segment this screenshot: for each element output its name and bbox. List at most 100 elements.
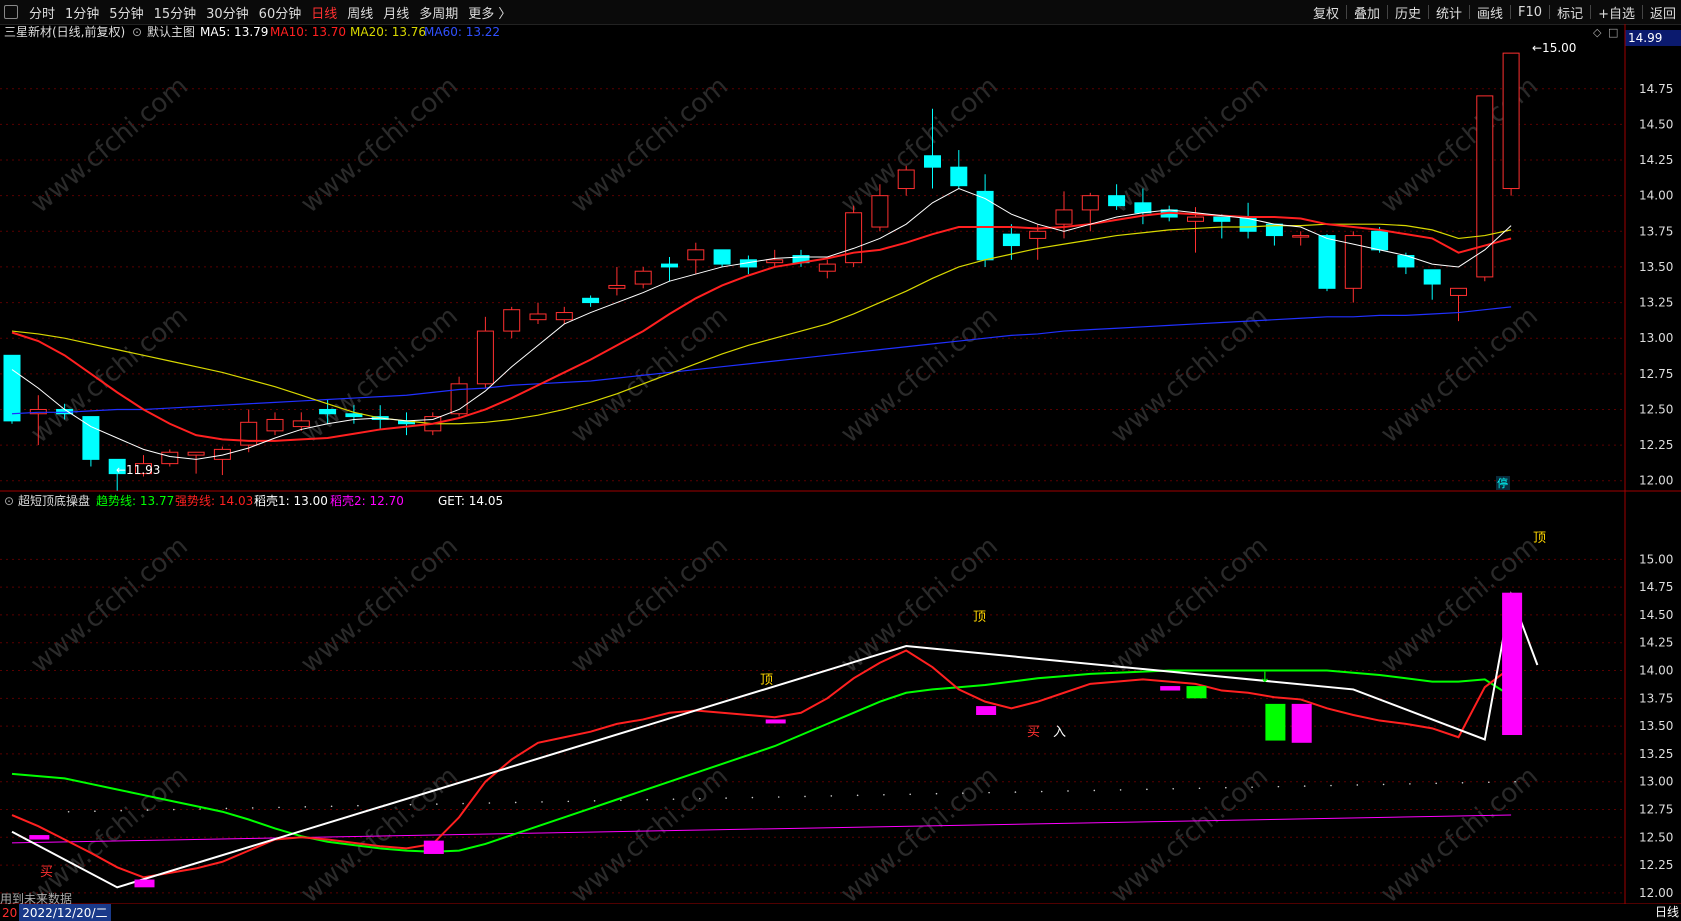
shell1-dot bbox=[1198, 787, 1201, 790]
period-tab-2[interactable]: 5分钟 bbox=[104, 3, 148, 22]
shell1-dot bbox=[1435, 782, 1437, 785]
down-arrow-icon: ↓ bbox=[1259, 670, 1271, 686]
shell1-dot bbox=[541, 801, 543, 803]
shell1-dot bbox=[883, 794, 885, 796]
shell1-dot bbox=[1277, 785, 1280, 788]
period-tab-7[interactable]: 周线 bbox=[342, 3, 378, 22]
candle-body bbox=[1213, 216, 1231, 222]
shell1-label: 稻壳1: 13.00 bbox=[254, 494, 328, 508]
candle-body bbox=[1318, 235, 1336, 289]
ma20-line bbox=[11, 223, 1512, 425]
trend-label: 趋势线: 13.77 bbox=[96, 494, 174, 508]
signal-block bbox=[423, 840, 444, 854]
candle-body bbox=[1108, 195, 1126, 207]
toolbar-action-7[interactable]: +自选 bbox=[1593, 3, 1640, 22]
period-tab-4[interactable]: 30分钟 bbox=[201, 3, 254, 22]
kline-chart[interactable]: www.cfchi.com www.cfchi.com www.cfchi.com w… bbox=[0, 24, 1681, 904]
main-ytick: 12.00 bbox=[1639, 474, 1673, 488]
candle-body bbox=[950, 166, 968, 187]
watermark: www.cfchi.com bbox=[1375, 301, 1544, 449]
toolbar-action-8[interactable]: 返回 bbox=[1645, 3, 1681, 22]
shell1-dot bbox=[330, 805, 333, 808]
diamond-icon: ◇ bbox=[1593, 26, 1602, 39]
toolbar-separator bbox=[1428, 5, 1429, 19]
window-icon: □ bbox=[1608, 26, 1618, 39]
watermark: www.cfchi.com bbox=[1105, 301, 1274, 449]
panel-toggle-icon[interactable] bbox=[4, 5, 18, 19]
candle-body bbox=[687, 249, 705, 261]
toolbar-separator bbox=[1590, 5, 1592, 19]
candle-body bbox=[1423, 269, 1441, 285]
shell1-dot bbox=[1093, 789, 1096, 792]
period-tab-6[interactable]: 日线 bbox=[306, 3, 342, 22]
ma20-label: MA20: 13.76 bbox=[350, 25, 426, 39]
period-tab-9[interactable]: 多周期 bbox=[414, 3, 463, 22]
watermark: www.cfchi.com bbox=[565, 301, 734, 449]
signal-block bbox=[1502, 592, 1523, 736]
shell1-dot bbox=[1172, 788, 1174, 790]
signal-block bbox=[765, 719, 786, 724]
candle-body bbox=[661, 263, 678, 268]
toolbar-separator bbox=[1641, 5, 1643, 19]
shell1-dot bbox=[830, 795, 833, 797]
period-tab-10[interactable]: 更多 〉 bbox=[463, 3, 516, 22]
main-ytick: 14.75 bbox=[1639, 82, 1673, 96]
candle-body bbox=[1081, 195, 1099, 211]
shell1-dot bbox=[225, 807, 228, 810]
signal-block bbox=[134, 879, 155, 888]
main-ytick: 14.50 bbox=[1639, 117, 1673, 131]
toolbar-action-1[interactable]: 叠加 bbox=[1349, 3, 1385, 22]
toolbar-action-6[interactable]: 标记 bbox=[1552, 3, 1588, 22]
toolbar-action-3[interactable]: 统计 bbox=[1431, 3, 1467, 22]
period-tab-1[interactable]: 1分钟 bbox=[60, 3, 104, 22]
toolbar-separator bbox=[1510, 5, 1512, 19]
toolbar-action-5[interactable]: F10 bbox=[1513, 5, 1547, 20]
shell1-dot bbox=[357, 804, 359, 807]
ind-ytick: 13.00 bbox=[1639, 775, 1673, 789]
shell1-dot bbox=[646, 798, 648, 801]
toolbar-action-0[interactable]: 复权 bbox=[1308, 3, 1344, 22]
period-tab-3[interactable]: 15分钟 bbox=[149, 3, 202, 22]
candle-body bbox=[476, 330, 494, 385]
candle-body bbox=[345, 413, 363, 418]
watermark: www.cfchi.com bbox=[1105, 761, 1274, 904]
watermark: www.cfchi.com bbox=[565, 531, 734, 679]
signal-block bbox=[1265, 703, 1286, 741]
candle-body bbox=[187, 451, 205, 456]
shell1-dot bbox=[672, 798, 675, 800]
shell1-dot bbox=[962, 792, 964, 794]
candle-body bbox=[503, 309, 521, 332]
low-marker: ←11.93 bbox=[116, 463, 160, 477]
candle-body bbox=[582, 297, 600, 304]
shell1-dot bbox=[409, 803, 412, 806]
toolbar-action-4[interactable]: 画线 bbox=[1472, 3, 1508, 22]
shell1-dot bbox=[1119, 789, 1122, 791]
shell1-dot bbox=[251, 807, 254, 809]
template-name: 默认主图 bbox=[147, 24, 195, 39]
stop-badge: 停 bbox=[1497, 476, 1508, 490]
period-tab-0[interactable]: 分时 bbox=[24, 3, 60, 22]
watermark: www.cfchi.com bbox=[565, 71, 734, 219]
period-tab-5[interactable]: 60分钟 bbox=[254, 3, 307, 22]
signal-block bbox=[29, 835, 50, 840]
candle-body bbox=[1344, 235, 1362, 289]
period-label[interactable]: 日线 bbox=[1655, 903, 1679, 920]
ind-ytick: 13.75 bbox=[1639, 691, 1673, 705]
ind-ytick: 13.25 bbox=[1639, 747, 1673, 761]
ind-ytick: 14.75 bbox=[1639, 580, 1673, 594]
toolbar-action-2[interactable]: 历史 bbox=[1390, 3, 1426, 22]
shell1-dot bbox=[1488, 781, 1490, 784]
period-tab-8[interactable]: 月线 bbox=[378, 3, 414, 22]
toolbar-separator bbox=[1549, 5, 1551, 19]
ma10-line bbox=[11, 211, 1512, 442]
shell1-dot bbox=[67, 810, 70, 813]
shell1-dot bbox=[593, 800, 596, 802]
ind-ytick: 14.00 bbox=[1639, 664, 1673, 678]
ind-ytick: 13.50 bbox=[1639, 719, 1673, 733]
main-ytick: 14.25 bbox=[1639, 153, 1673, 167]
signal-block bbox=[1186, 686, 1207, 699]
watermark: www.cfchi.com bbox=[1105, 531, 1274, 679]
shell1-dot bbox=[1356, 784, 1359, 786]
candle-body bbox=[871, 195, 889, 228]
candle-body bbox=[529, 313, 547, 321]
